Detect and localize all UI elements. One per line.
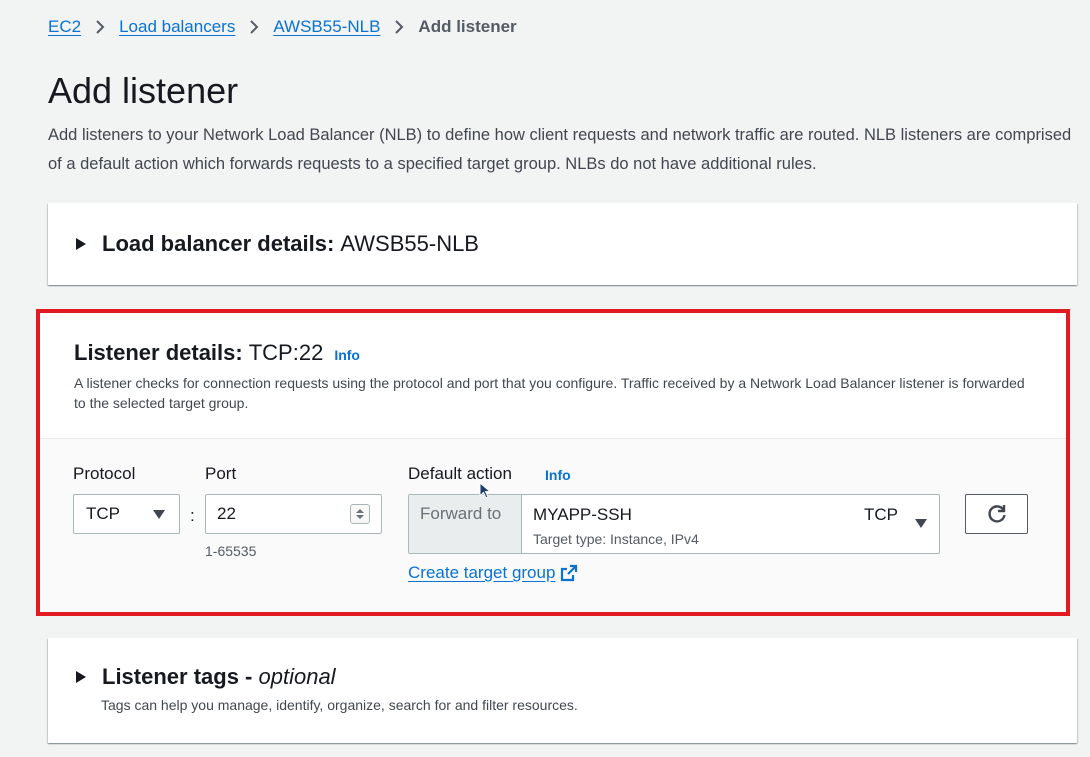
load-balancer-details-expander[interactable]: Load balancer details: AWSB55-NLB — [76, 231, 479, 257]
target-group-name: MYAPP-SSH — [533, 505, 632, 524]
port-value: 22 — [217, 504, 236, 523]
page-description: Add listeners to your Network Load Balan… — [48, 126, 1072, 173]
listener-tags-panel: Listener tags - optional Tags can help y… — [48, 638, 1077, 743]
target-group-protocol: TCP — [864, 505, 898, 524]
default-action-label: Default action — [408, 464, 512, 483]
load-balancer-details-title: Load balancer details: AWSB55-NLB — [102, 231, 479, 257]
mouse-cursor-icon — [479, 482, 491, 499]
caret-down-icon — [153, 510, 165, 519]
external-link-icon — [561, 564, 578, 582]
listener-details-header: Listener details: TCP:22 Info A listener… — [40, 313, 1066, 438]
chevron-right-icon — [394, 19, 404, 35]
breadcrumb-load-balancer-name[interactable]: AWSB55-NLB — [273, 17, 380, 37]
page-title: Add listener — [48, 70, 239, 111]
load-balancer-details-label: Load balancer details: — [102, 231, 335, 256]
breadcrumb-current: Add listener — [418, 17, 517, 36]
target-group-type: Target type: Instance, IPv4 — [533, 531, 699, 547]
breadcrumb-load-balancers[interactable]: Load balancers — [119, 17, 235, 37]
load-balancer-details-panel: Load balancer details: AWSB55-NLB — [48, 203, 1077, 285]
forward-to-label: Forward to — [409, 495, 522, 553]
listener-details-value: TCP:22 — [248, 340, 324, 365]
port-separator: : — [190, 506, 195, 525]
protocol-value: TCP — [86, 504, 120, 523]
listener-details-label: Listener details: — [74, 340, 243, 365]
listener-details-title: Listener details: TCP:22 Info — [74, 340, 360, 366]
protocol-select[interactable]: TCP — [73, 494, 180, 534]
create-target-group-link[interactable]: Create target group — [408, 563, 578, 583]
port-range-hint: 1-65535 — [205, 543, 257, 559]
caret-right-icon — [76, 671, 86, 683]
listener-description: A listener checks for connection request… — [74, 375, 1025, 411]
protocol-label: Protocol — [73, 464, 136, 483]
listener-form: Protocol Port Default action Info TCP : … — [40, 438, 1066, 612]
listener-tags-description: Tags can help you manage, identify, orga… — [101, 697, 578, 713]
load-balancer-name: AWSB55-NLB — [340, 231, 479, 256]
caret-down-icon — [915, 519, 927, 528]
breadcrumb-ec2[interactable]: EC2 — [48, 17, 81, 37]
chevron-right-icon — [249, 19, 259, 35]
listener-tags-label: Listener tags - — [102, 664, 253, 689]
target-group-select[interactable]: MYAPP-SSH TCP Target type: Instance, IPv… — [522, 495, 939, 553]
port-label: Port — [205, 464, 237, 483]
default-action-control: Forward to MYAPP-SSH TCP Target type: In… — [408, 494, 940, 554]
refresh-icon — [987, 505, 1006, 523]
breadcrumb: EC2 Load balancers AWSB55-NLB Add listen… — [48, 17, 517, 37]
listener-info-link[interactable]: Info — [334, 347, 360, 363]
default-action-info-link[interactable]: Info — [545, 467, 571, 483]
caret-right-icon — [76, 238, 86, 250]
port-input[interactable]: 22 — [205, 494, 382, 534]
listener-tags-title: Listener tags - optional — [102, 664, 336, 690]
chevron-right-icon — [95, 19, 105, 35]
listener-tags-expander[interactable]: Listener tags - optional — [76, 664, 336, 690]
listener-details-panel: Listener details: TCP:22 Info A listener… — [36, 309, 1070, 616]
stepper-icon[interactable] — [350, 504, 370, 524]
refresh-button[interactable] — [965, 494, 1028, 534]
listener-tags-optional: optional — [258, 664, 336, 689]
create-target-group-label: Create target group — [408, 563, 556, 582]
